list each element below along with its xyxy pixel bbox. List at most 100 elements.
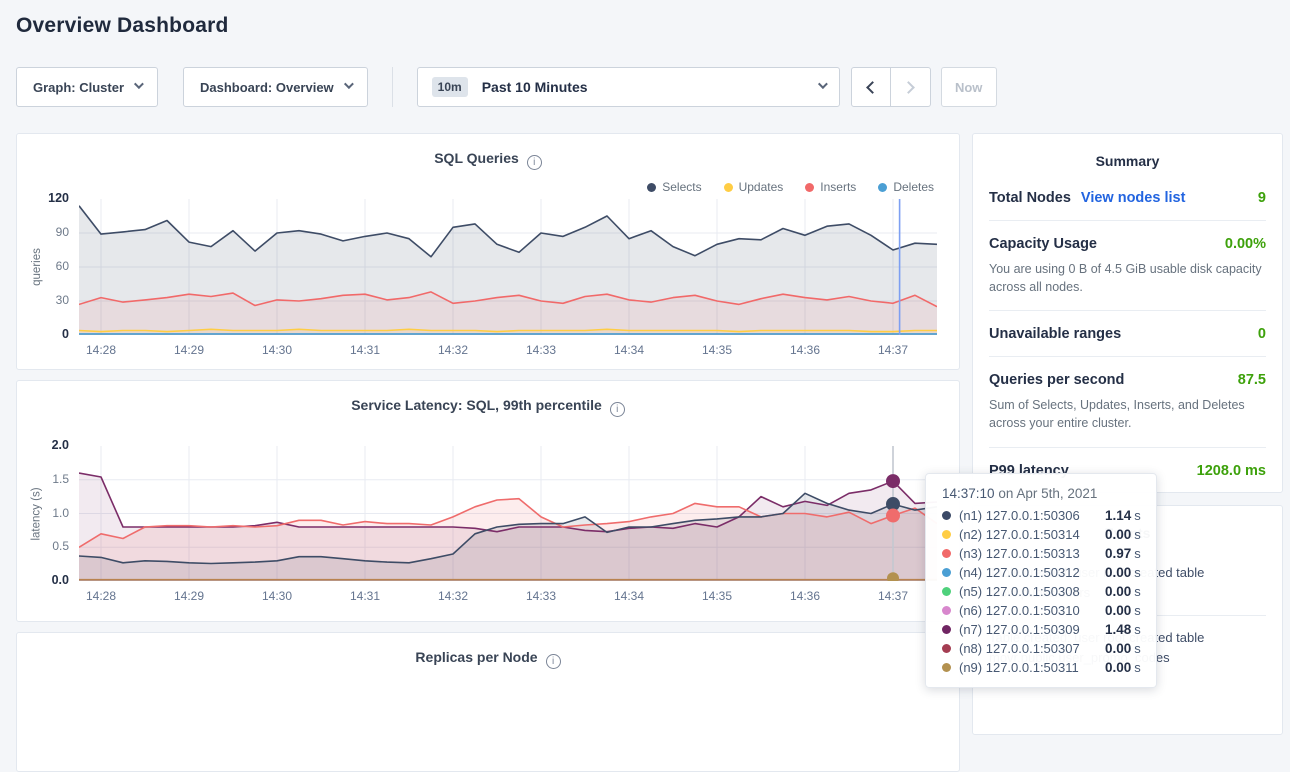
time-next-button[interactable] [891, 67, 931, 107]
tooltip-node-address: (n3) 127.0.0.1:50313 [959, 546, 1105, 561]
dashboard-dropdown[interactable]: Dashboard: Overview [183, 67, 368, 107]
now-button[interactable]: Now [941, 67, 997, 107]
x-axis-tick: 14:37 [868, 343, 918, 357]
tooltip-node-unit: s [1134, 565, 1141, 580]
tooltip-node-value: 1.48 [1105, 622, 1131, 637]
x-axis-tick: 14:30 [252, 343, 302, 357]
tooltip-node-address: (n2) 127.0.0.1:50314 [959, 527, 1105, 542]
stat-description: Sum of Selects, Updates, Inserts, and De… [989, 396, 1266, 432]
chevron-right-icon [902, 81, 915, 94]
tooltip-node-address: (n7) 127.0.0.1:50309 [959, 622, 1105, 637]
stat-value: 9 [1258, 190, 1266, 206]
node-color-dot-icon [942, 549, 951, 558]
legend-label: Selects [662, 180, 701, 194]
time-range-label: Past 10 Minutes [482, 79, 818, 95]
chart-title: Service Latency: SQL, 99th percentilei [17, 397, 959, 417]
tooltip-node-address: (n5) 127.0.0.1:50308 [959, 584, 1105, 599]
summary-stat-row: Capacity Usage0.00%You are using 0 B of … [989, 221, 1266, 311]
tooltip-node-address: (n1) 127.0.0.1:50306 [959, 508, 1105, 523]
graph-dropdown-label: Graph: Cluster [33, 80, 124, 95]
y-axis-tick: 1.5 [17, 472, 69, 486]
summary-stat-row: Queries per second87.5Sum of Selects, Up… [989, 357, 1266, 447]
tooltip-node-row: (n4) 127.0.0.1:503120.00s [942, 565, 1142, 580]
y-axis-tick: 120 [17, 191, 69, 205]
tooltip-node-row: (n5) 127.0.0.1:503080.00s [942, 584, 1142, 599]
legend-label: Deletes [893, 180, 934, 194]
legend-item-deletes[interactable]: Deletes [878, 180, 934, 194]
info-icon[interactable]: i [546, 654, 561, 669]
summary-panel: Summary Total Nodes View nodes list 9 Capac… [972, 133, 1283, 493]
legend-dot-icon [647, 183, 656, 192]
sql-queries-chart[interactable] [79, 199, 937, 335]
node-color-dot-icon [942, 511, 951, 520]
x-axis-tick: 14:35 [692, 589, 742, 603]
tooltip-node-row: (n6) 127.0.0.1:503100.00s [942, 603, 1142, 618]
stat-label: Unavailable ranges [989, 326, 1121, 342]
x-axis-tick: 14:35 [692, 343, 742, 357]
tooltip-node-value: 0.00 [1105, 565, 1131, 580]
legend-label: Updates [739, 180, 784, 194]
node-color-dot-icon [942, 644, 951, 653]
x-axis-tick: 14:29 [164, 343, 214, 357]
x-axis-tick: 14:31 [340, 589, 390, 603]
x-axis-tick: 14:32 [428, 589, 478, 603]
chart-title-text: SQL Queries [434, 150, 519, 166]
stat-label: Queries per second [989, 372, 1124, 388]
tooltip-node-row: (n1) 127.0.0.1:503061.14s [942, 508, 1142, 523]
y-axis-tick: 1.0 [17, 506, 69, 520]
node-color-dot-icon [942, 587, 951, 596]
tooltip-node-row: (n2) 127.0.0.1:503140.00s [942, 527, 1142, 542]
time-prev-button[interactable] [851, 67, 891, 107]
tooltip-node-address: (n8) 127.0.0.1:50307 [959, 641, 1105, 656]
view-nodes-list-link[interactable]: View nodes list [1081, 190, 1186, 206]
x-axis-tick: 14:34 [604, 589, 654, 603]
x-axis-tick: 14:36 [780, 589, 830, 603]
toolbar-divider [392, 67, 393, 107]
tooltip-node-value: 0.00 [1105, 584, 1131, 599]
chart-title: SQL Queries i [17, 150, 959, 170]
summary-title: Summary [973, 134, 1282, 169]
legend-label: Inserts [820, 180, 856, 194]
chevron-down-icon [818, 79, 828, 89]
info-icon[interactable]: i [527, 155, 542, 170]
stat-value: 1208.0 ms [1197, 463, 1266, 479]
legend-item-selects[interactable]: Selects [647, 180, 701, 194]
time-range-selector[interactable]: 10m Past 10 Minutes [417, 67, 840, 107]
node-color-dot-icon [942, 663, 951, 672]
page-title: Overview Dashboard [16, 14, 229, 38]
stat-value: 0.00% [1225, 236, 1266, 252]
info-icon[interactable]: i [610, 402, 625, 417]
time-nav [851, 67, 931, 107]
tooltip-node-unit: s [1134, 508, 1141, 523]
tooltip-node-value: 0.97 [1105, 546, 1131, 561]
x-axis-tick: 14:36 [780, 343, 830, 357]
tooltip-timestamp: 14:37:10 on Apr 5th, 2021 [942, 486, 1142, 501]
legend-item-updates[interactable]: Updates [724, 180, 784, 194]
legend-dot-icon [878, 183, 887, 192]
replicas-per-node-panel: Replicas per Nodei [16, 632, 960, 772]
x-axis-tick: 14:32 [428, 343, 478, 357]
node-color-dot-icon [942, 625, 951, 634]
x-axis-tick: 14:33 [516, 343, 566, 357]
tooltip-node-unit: s [1134, 622, 1141, 637]
tooltip-node-address: (n4) 127.0.0.1:50312 [959, 565, 1105, 580]
time-range-badge: 10m [432, 77, 468, 97]
chart-title: Replicas per Nodei [17, 649, 959, 669]
summary-stat-row: Unavailable ranges0 [989, 311, 1266, 357]
tooltip-node-value: 0.00 [1105, 660, 1131, 675]
x-axis-tick: 14:37 [868, 589, 918, 603]
x-axis-tick: 14:28 [76, 589, 126, 603]
chart-hover-tooltip: 14:37:10 on Apr 5th, 2021 (n1) 127.0.0.1… [925, 473, 1157, 688]
toolbar: Graph: Cluster Dashboard: Overview 10m P… [16, 67, 997, 107]
tooltip-node-value: 0.00 [1105, 641, 1131, 656]
x-axis-tick: 14:30 [252, 589, 302, 603]
graph-dropdown[interactable]: Graph: Cluster [16, 67, 158, 107]
y-axis-tick: 0 [17, 327, 69, 341]
service-latency-chart[interactable] [79, 446, 937, 581]
tooltip-node-value: 1.14 [1105, 508, 1131, 523]
sql-queries-panel: SQL Queries i Selects Updates Inserts Delete… [16, 133, 960, 370]
tooltip-node-row: (n3) 127.0.0.1:503130.97s [942, 546, 1142, 561]
stat-label: Total Nodes [989, 190, 1071, 206]
node-color-dot-icon [942, 606, 951, 615]
legend-item-inserts[interactable]: Inserts [805, 180, 856, 194]
